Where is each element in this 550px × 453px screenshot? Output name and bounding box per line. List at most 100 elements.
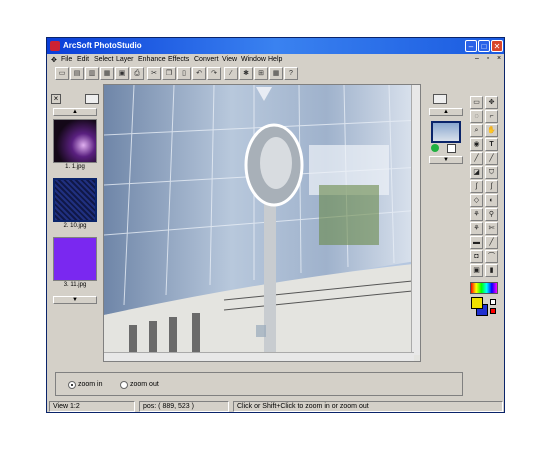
select-rect-icon[interactable]: ▭ [470, 96, 483, 109]
fill-icon[interactable]: ▬ [470, 236, 483, 249]
window-title: ArcSoft PhotoStudio [63, 41, 142, 50]
shape-icon[interactable]: ✄ [485, 222, 498, 235]
redo-icon[interactable]: ↷ [207, 67, 221, 80]
image-canvas[interactable] [103, 84, 421, 362]
horizontal-scrollbar[interactable] [104, 352, 414, 361]
menu-bar: ✥ File Edit Select Layer Enhance Effects… [47, 54, 504, 66]
menu-file[interactable]: File [61, 56, 72, 63]
layer-preview[interactable] [431, 121, 461, 143]
thumbnail-panel: × ▲ 1. 1.jpg 2. 10.jpg 3. 11.jpg ▼ [51, 94, 101, 344]
print-preview-icon[interactable]: ⎙ [130, 67, 144, 80]
tool-options-bar: zoom in zoom out [55, 372, 463, 396]
zoom-icon[interactable]: ⌕ [470, 124, 483, 137]
help-icon[interactable]: ? [284, 67, 298, 80]
layer-scroll-down-button[interactable]: ▼ [429, 156, 463, 164]
picker-icon[interactable]: ◘ [470, 250, 483, 263]
status-view: View 1:2 [49, 401, 135, 412]
menu-select[interactable]: Select [94, 56, 113, 63]
vertical-scrollbar[interactable] [411, 85, 420, 355]
scroll-up-button[interactable]: ▲ [53, 108, 97, 116]
title-bar: ArcSoft PhotoStudio ‒ □ ✕ [47, 38, 504, 54]
close-button[interactable]: ✕ [491, 40, 503, 52]
thumbnail-2[interactable] [53, 178, 97, 222]
calendar-icon[interactable]: ▦ [269, 67, 283, 80]
line-icon[interactable]: ⚘ [470, 222, 483, 235]
menu-app-icon[interactable]: ✥ [51, 56, 57, 64]
lasso-icon[interactable]: ◌ [470, 110, 483, 123]
pen-icon[interactable]: ╱ [470, 152, 483, 165]
zoom-in-radio[interactable] [68, 381, 76, 389]
scroll-down-button[interactable]: ▼ [53, 296, 97, 304]
menu-enhance[interactable]: Enhance [138, 56, 166, 63]
menu-convert[interactable]: Convert [194, 56, 219, 63]
copy-icon[interactable]: ❐ [162, 67, 176, 80]
gradient-icon[interactable]: ╱ [485, 236, 498, 249]
maximize-button[interactable]: □ [478, 40, 490, 52]
photo-image [104, 85, 420, 361]
minimize-button[interactable]: ‒ [465, 40, 477, 52]
app-icon [50, 41, 60, 51]
app-window: ArcSoft PhotoStudio ‒ □ ✕ ✥ File Edit Se… [46, 37, 505, 413]
doc-restore-button[interactable]: ▫ [483, 55, 493, 65]
layer-visible-icon[interactable] [431, 144, 439, 152]
sharpen-icon[interactable]: ◇ [470, 194, 483, 207]
new-icon[interactable]: ▭ [55, 67, 69, 80]
blur-icon[interactable]: ʃ [470, 180, 483, 193]
status-position: pos: ( 889, 523 ) [139, 401, 229, 412]
dodge-icon[interactable]: ◐ [485, 194, 498, 207]
brush-icon[interactable]: ╱ [485, 152, 498, 165]
move-icon[interactable]: ✥ [485, 96, 498, 109]
menu-window[interactable]: Window [241, 56, 266, 63]
menu-view[interactable]: View [222, 56, 237, 63]
thumbnail-label-3: 3. 11.jpg [63, 282, 87, 288]
print-icon[interactable]: ▦ [100, 67, 114, 80]
status-hint: Click or Shift+Click to zoom in or zoom … [233, 401, 503, 412]
stamp-icon[interactable]: ⚲ [485, 208, 498, 221]
color-palette[interactable] [470, 282, 498, 294]
clone-icon[interactable]: ⚘ [470, 208, 483, 221]
doc-close-button[interactable]: × [494, 55, 504, 65]
thumbnail-label-1: 1. 1.jpg [65, 164, 85, 170]
thumbnail-3[interactable] [53, 237, 97, 281]
zoom-in-label: zoom in [78, 381, 103, 388]
menu-effects[interactable]: Effects [168, 56, 189, 63]
tool-palette: ▭ ✥ ◌ ⌐ ⌕ ✋ ◉ T ╱ ╱ ◪ ⛉ ʃ ʃ ◇ ◐ ⚘ ⚲ ⚘ ✄ … [468, 94, 502, 344]
undo-icon[interactable]: ↶ [192, 67, 206, 80]
paste-icon[interactable]: ▯ [177, 67, 191, 80]
menu-layer[interactable]: Layer [116, 56, 134, 63]
zoom-out-radio[interactable] [120, 381, 128, 389]
crop-icon[interactable]: ⌐ [485, 110, 498, 123]
foreground-color-swatch[interactable] [471, 297, 483, 309]
status-bar: View 1:2 pos: ( 889, 523 ) Click or Shif… [47, 400, 504, 412]
thumbnail-1[interactable] [53, 119, 97, 163]
monitor-icon[interactable] [433, 94, 447, 104]
layer-properties-icon[interactable] [447, 144, 456, 153]
measure-icon[interactable]: ⌒ [485, 250, 498, 263]
save-icon[interactable]: ▣ [115, 67, 129, 80]
cut-icon[interactable]: ✂ [147, 67, 161, 80]
thumbnail-label-2: 2. 10.jpg [63, 223, 87, 229]
text-icon[interactable]: T [485, 138, 498, 151]
zoom-out-label: zoom out [130, 381, 159, 388]
eye-icon[interactable]: ◉ [470, 138, 483, 151]
monitor-icon[interactable] [85, 94, 99, 104]
doc-minimize-button[interactable]: – [472, 55, 482, 65]
menu-help[interactable]: Help [268, 56, 282, 63]
select-rect-icon[interactable]: ▣ [470, 264, 483, 277]
open-icon[interactable]: ▤ [70, 67, 84, 80]
bucket-icon[interactable]: ⛉ [485, 166, 498, 179]
menu-edit[interactable]: Edit [77, 56, 89, 63]
hand-icon[interactable]: ✋ [485, 124, 498, 137]
navigator-panel: ▲ ▼ [427, 94, 467, 214]
move-icon[interactable]: ▮ [485, 264, 498, 277]
swap-colors-icon[interactable] [490, 299, 496, 305]
scan-icon[interactable]: ▥ [85, 67, 99, 80]
smudge-icon[interactable]: ʃ [485, 180, 498, 193]
default-colors-icon[interactable] [490, 308, 496, 314]
close-panel-icon[interactable]: × [51, 94, 61, 104]
zoom-fit-icon[interactable]: ⊞ [254, 67, 268, 80]
magic-wand-icon[interactable]: ⁄ [224, 67, 238, 80]
settings-icon[interactable]: ✱ [239, 67, 253, 80]
layer-scroll-up-button[interactable]: ▲ [429, 108, 463, 116]
eraser-icon[interactable]: ◪ [470, 166, 483, 179]
